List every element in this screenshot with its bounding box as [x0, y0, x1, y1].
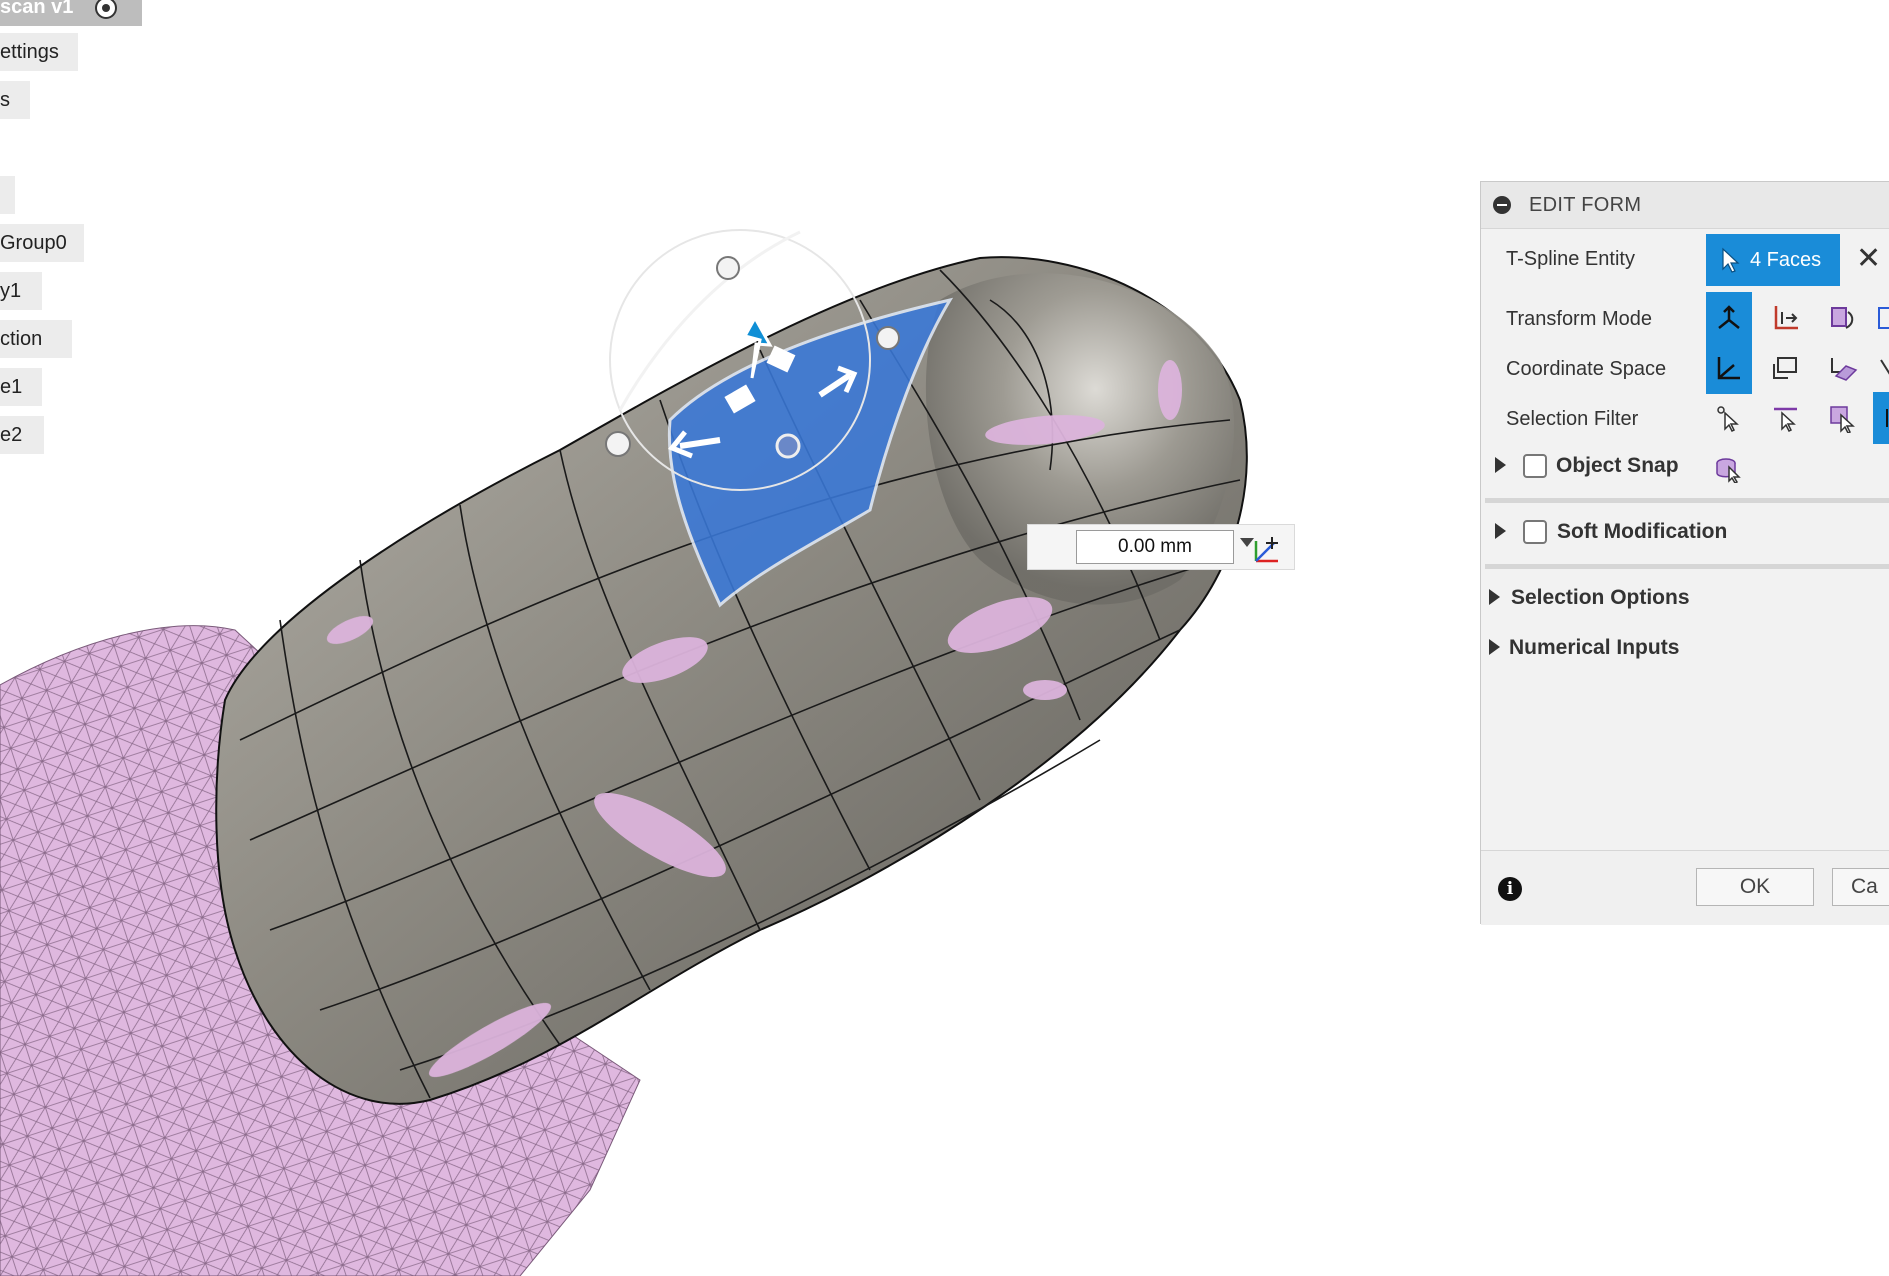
expand-numerical-inputs-icon[interactable]: [1489, 639, 1500, 655]
divider: [1485, 564, 1889, 569]
browser-item-e1[interactable]: e1: [0, 368, 42, 406]
distance-input[interactable]: 0.00 mm: [1076, 530, 1234, 564]
collapse-icon[interactable]: [1493, 196, 1511, 214]
browser-item-label: Group0: [0, 232, 67, 254]
scale-icon: [1878, 307, 1889, 329]
browser-item-label: ction: [0, 328, 43, 350]
multi-transform-icon: [1718, 305, 1740, 329]
browser-item-settings[interactable]: ettings: [0, 33, 78, 71]
browser-item-e2[interactable]: e2: [0, 416, 44, 454]
panel-header: EDIT FORM: [1481, 182, 1889, 229]
all-select-icon: [1886, 409, 1888, 427]
panel-footer: i OK Ca: [1481, 850, 1889, 925]
per-face-space-button[interactable]: [1871, 342, 1889, 394]
expand-soft-modification-icon[interactable]: [1495, 523, 1506, 539]
view-space-button[interactable]: [1763, 342, 1809, 394]
filter-vertex-button[interactable]: [1706, 392, 1752, 444]
rotate-icon: [1831, 307, 1854, 329]
soft-modification-label: Soft Modification: [1557, 520, 1728, 543]
distance-input-box: 0.00 mm: [1027, 524, 1295, 570]
entity-value: 4 Faces: [1750, 249, 1822, 271]
filter-body-button[interactable]: [1706, 442, 1752, 494]
edge-select-icon: [1774, 407, 1797, 433]
browser-item-body1[interactable]: y1: [0, 272, 42, 310]
divider: [1485, 498, 1889, 503]
object-snap-label: Object Snap: [1556, 454, 1679, 477]
triad-icon[interactable]: [1250, 531, 1286, 567]
browser-item-label: y1: [0, 280, 22, 302]
body-select-icon: [1716, 458, 1741, 483]
face-select-icon: [1830, 406, 1855, 433]
browser-item-label: e1: [0, 376, 23, 398]
view-space-icon: [1773, 357, 1797, 379]
tspline-entity-button[interactable]: 4 Faces: [1706, 234, 1840, 286]
browser-item-label: s: [0, 89, 10, 111]
browser-item-label: ettings: [0, 41, 59, 63]
close-icon[interactable]: ✕: [1856, 244, 1881, 274]
filter-face-button[interactable]: [1819, 392, 1865, 444]
vertex-select-icon: [1717, 406, 1739, 433]
cancel-button[interactable]: Ca: [1832, 868, 1889, 906]
browser-item-group0[interactable]: Group0: [0, 224, 84, 262]
per-face-space-icon: [1880, 359, 1889, 375]
cursor-icon: [1722, 247, 1740, 273]
selection-filter-label: Selection Filter: [1506, 408, 1639, 430]
browser-item-section[interactable]: ction: [0, 320, 72, 358]
numerical-inputs-label[interactable]: Numerical Inputs: [1509, 628, 1679, 668]
translate-icon: [1774, 306, 1798, 330]
info-icon[interactable]: i: [1498, 877, 1522, 901]
translate-button[interactable]: [1763, 292, 1809, 344]
ok-button[interactable]: OK: [1696, 868, 1814, 906]
object-snap-checkbox[interactable]: [1523, 454, 1547, 478]
browser-item-label: e2: [0, 424, 23, 446]
selection-options-label[interactable]: Selection Options: [1511, 578, 1690, 618]
browser-item-scan[interactable]: scan v1: [0, 0, 142, 26]
edit-form-panel: EDIT FORM T-Spline Entity 4 Faces ✕ Tran…: [1480, 181, 1889, 925]
multi-transform-button[interactable]: [1706, 292, 1752, 344]
soft-modification-checkbox[interactable]: [1523, 520, 1547, 544]
filter-all-button[interactable]: [1873, 392, 1889, 444]
tspline-entity-label: T-Spline Entity: [1506, 248, 1635, 270]
browser-item-s[interactable]: s: [0, 81, 30, 119]
world-space-button[interactable]: [1706, 342, 1752, 394]
local-space-icon: [1831, 358, 1858, 381]
coordinate-space-label: Coordinate Space: [1506, 358, 1667, 380]
scale-button[interactable]: [1871, 292, 1889, 344]
browser-item-partial[interactable]: [0, 176, 15, 214]
transform-mode-label: Transform Mode: [1506, 308, 1652, 330]
filter-edge-button[interactable]: [1763, 392, 1809, 444]
panel-title: EDIT FORM: [1529, 194, 1642, 216]
world-space-icon: [1717, 357, 1740, 380]
local-space-button[interactable]: [1819, 342, 1865, 394]
rotate-button[interactable]: [1819, 292, 1865, 344]
radio-icon[interactable]: [94, 0, 117, 19]
expand-object-snap-icon[interactable]: [1495, 457, 1506, 473]
expand-selection-options-icon[interactable]: [1489, 589, 1500, 605]
browser-item-label: scan v1: [0, 0, 74, 18]
